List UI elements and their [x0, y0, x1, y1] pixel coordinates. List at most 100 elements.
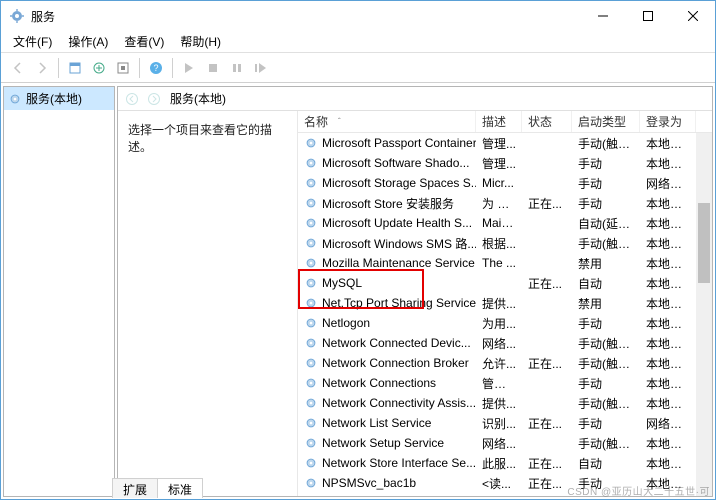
table-row[interactable]: Network Connection Broker允许...正在...手动(触发… — [298, 353, 712, 373]
gear-icon — [304, 416, 318, 430]
service-name: Microsoft Passport Container — [322, 136, 476, 150]
service-logon: 网络服务 — [640, 415, 696, 432]
close-button[interactable] — [670, 1, 715, 31]
minimize-button[interactable] — [580, 1, 625, 31]
menu-view[interactable]: 查看(V) — [116, 31, 172, 52]
service-name: Microsoft Software Shado... — [322, 156, 469, 170]
menubar: 文件(F) 操作(A) 查看(V) 帮助(H) — [1, 31, 715, 53]
service-desc: 允许... — [476, 355, 522, 372]
table-row[interactable]: Netlogon 为用... 手动本地系统 — [298, 313, 712, 333]
gear-icon — [304, 276, 318, 290]
toolbar: ? — [1, 53, 715, 83]
menu-action[interactable]: 操作(A) — [60, 31, 116, 52]
service-status: 正在... — [522, 195, 572, 212]
service-startup: 自动 — [572, 275, 640, 292]
service-startup: 手动 — [572, 415, 640, 432]
gear-icon — [304, 336, 318, 350]
table-row[interactable]: Network Connections管理"...手动本地系统 — [298, 373, 712, 393]
table-row[interactable]: Network List Service识别...正在...手动网络服务 — [298, 413, 712, 433]
service-name: Microsoft Storage Spaces S... — [322, 176, 476, 190]
table-row[interactable]: Microsoft Store 安装服务为 M...正在...手动本地系统 — [298, 193, 712, 213]
scrollbar-thumb[interactable] — [698, 203, 710, 283]
service-name: MySQL — [322, 276, 362, 290]
service-name: Microsoft Windows SMS 路... — [322, 235, 476, 252]
service-logon: 本地系统 — [640, 395, 696, 412]
menu-file[interactable]: 文件(F) — [5, 31, 60, 52]
gear-icon — [304, 196, 318, 210]
tree-node-label: 服务(本地) — [26, 90, 82, 107]
nav-fwd-icon[interactable] — [146, 91, 162, 107]
gear-icon — [304, 376, 318, 390]
col-status[interactable]: 状态 — [522, 111, 572, 132]
toolbar-separator — [139, 58, 140, 78]
detail-pane: 服务(本地) 选择一个项目来查看它的描述。 名称ˆ 描述 状态 启动类型 登录为… — [117, 86, 713, 497]
table-row[interactable]: Network Setup Service网络...手动(触发...本地系统 — [298, 433, 712, 453]
service-desc: The ... — [476, 256, 522, 270]
gear-icon — [304, 436, 318, 450]
properties-icon[interactable] — [64, 57, 86, 79]
window-frame: 服务 文件(F) 操作(A) 查看(V) 帮助(H) ? 服务(本地) — [0, 0, 716, 500]
scrollbar[interactable] — [696, 133, 712, 496]
table-row[interactable]: Net.Tcp Port Sharing Service提供...禁用本地服务 — [298, 293, 712, 313]
forward-button[interactable] — [31, 57, 53, 79]
table-row[interactable]: MySQL正在...自动本地系统 — [298, 273, 712, 293]
service-name: Mozilla Maintenance Service — [322, 256, 475, 270]
export-icon[interactable] — [88, 57, 110, 79]
titlebar[interactable]: 服务 — [1, 1, 715, 31]
services-list[interactable]: 名称ˆ 描述 状态 启动类型 登录为 Microsoft Passport Co… — [298, 111, 712, 496]
table-row[interactable]: Microsoft Update Health S...Main...自动(延迟… — [298, 213, 712, 233]
service-name: Network Setup Service — [322, 436, 444, 450]
table-row[interactable]: Network Store Interface Se...此服...正在...自… — [298, 453, 712, 473]
table-row[interactable]: Microsoft Software Shado...管理...手动本地系统 — [298, 153, 712, 173]
col-logon[interactable]: 登录为 — [640, 111, 696, 132]
tree-pane[interactable]: 服务(本地) — [3, 86, 115, 497]
service-logon: 本地服务 — [640, 455, 696, 472]
service-startup: 禁用 — [572, 295, 640, 312]
menu-help[interactable]: 帮助(H) — [172, 31, 229, 52]
service-startup: 手动(触发... — [572, 355, 640, 372]
tree-node-services-local[interactable]: 服务(本地) — [4, 87, 114, 110]
service-logon: 本地系统 — [640, 155, 696, 172]
table-row[interactable]: Microsoft Passport Container管理... 手动(触发..… — [298, 133, 712, 153]
service-name: Network List Service — [322, 416, 431, 430]
service-logon: 本地系统 — [640, 315, 696, 332]
table-row[interactable]: Microsoft Windows SMS 路...根据...手动(触发...本… — [298, 233, 712, 253]
service-startup: 手动(触发... — [572, 135, 640, 152]
start-icon[interactable] — [178, 57, 200, 79]
service-desc: 管理... — [476, 155, 522, 172]
service-name: Netlogon — [322, 316, 370, 330]
service-status: 正在... — [522, 455, 572, 472]
refresh-icon[interactable] — [112, 57, 134, 79]
service-startup: 手动 — [572, 315, 640, 332]
col-desc[interactable]: 描述 — [476, 111, 522, 132]
service-name: Network Connected Devic... — [322, 336, 471, 350]
service-logon: 本地服务 — [640, 135, 696, 152]
service-name: Microsoft Update Health S... — [322, 216, 472, 230]
table-row[interactable]: Microsoft Storage Spaces S...Micr...手动网络… — [298, 173, 712, 193]
stop-icon[interactable] — [202, 57, 224, 79]
pause-icon[interactable] — [226, 57, 248, 79]
restart-icon[interactable] — [250, 57, 272, 79]
service-name: Network Connections — [322, 376, 436, 390]
back-button[interactable] — [7, 57, 29, 79]
gear-icon — [304, 136, 318, 150]
tab-extended[interactable]: 扩展 — [112, 478, 158, 498]
service-desc: 管理... — [476, 135, 522, 152]
gear-icon — [304, 456, 318, 470]
table-row[interactable]: Network Connectivity Assis...提供...手动(触发.… — [298, 393, 712, 413]
column-headers[interactable]: 名称ˆ 描述 状态 启动类型 登录为 — [298, 111, 712, 133]
col-startup[interactable]: 启动类型 — [572, 111, 640, 132]
gear-icon — [304, 256, 318, 270]
nav-back-icon[interactable] — [124, 91, 140, 107]
help-icon[interactable]: ? — [145, 57, 167, 79]
table-row[interactable]: Mozilla Maintenance ServiceThe ...禁用本地系统 — [298, 253, 712, 273]
service-startup: 禁用 — [572, 255, 640, 272]
service-desc: 为用... — [476, 315, 522, 332]
table-row[interactable]: Network Connected Devic...网络...手动(触发...本… — [298, 333, 712, 353]
pane-header: 服务(本地) — [118, 87, 712, 111]
service-startup: 手动(触发... — [572, 235, 640, 252]
tab-standard[interactable]: 标准 — [157, 478, 203, 498]
maximize-button[interactable] — [625, 1, 670, 31]
gear-icon — [304, 176, 318, 190]
service-logon: 本地系统 — [640, 195, 696, 212]
